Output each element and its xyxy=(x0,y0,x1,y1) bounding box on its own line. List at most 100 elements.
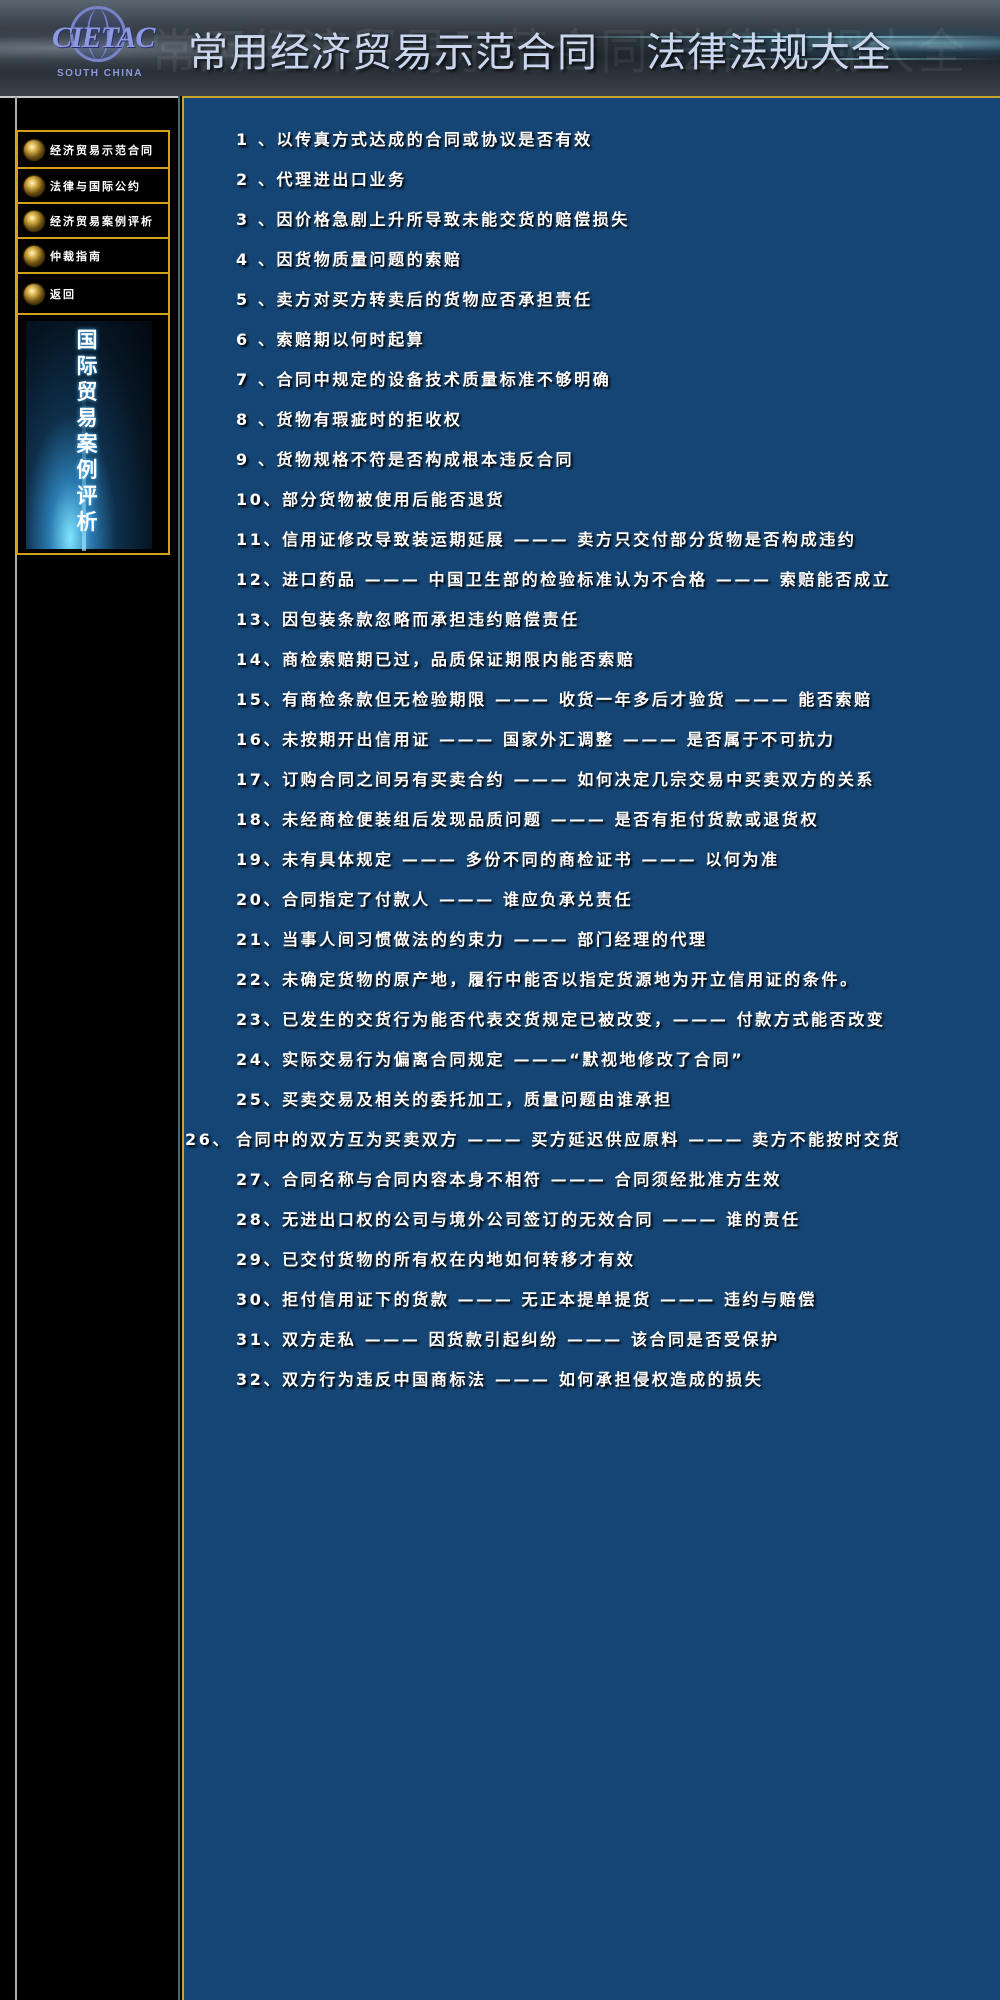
case-number: 5 、 xyxy=(236,290,277,309)
case-title: 因货物质量问题的索赔 xyxy=(276,250,463,269)
case-link-item[interactable]: 2 、代理进出口业务 xyxy=(236,170,936,190)
case-title: 货物有瑕疵时的拒收权 xyxy=(276,410,463,429)
case-link-item[interactable]: 32、双方行为违反中国商标法 ——— 如何承担侵权造成的损失 xyxy=(236,1370,936,1390)
case-title: 合同名称与合同内容本身不相符 ——— 合同须经批准方生效 xyxy=(282,1170,783,1189)
case-number: 27、 xyxy=(236,1170,283,1189)
case-link-item[interactable]: 31、双方走私 ——— 因货款引起纠纷 ——— 该合同是否受保护 xyxy=(236,1330,936,1350)
section-banner-title: 国际贸易案例评析 xyxy=(76,328,98,534)
case-number: 24、 xyxy=(236,1050,283,1069)
case-link-item[interactable]: 13、因包装条款忽略而承担违约赔偿责任 xyxy=(236,610,936,630)
case-link-item[interactable]: 26、 合同中的双方互为买卖双方 ——— 买方延迟供应原料 ——— 卖方不能按时交… xyxy=(185,1130,936,1150)
case-number: 6 、 xyxy=(236,330,277,349)
case-link-item[interactable]: 5 、卖方对买方转卖后的货物应否承担责任 xyxy=(236,290,936,310)
case-link-item[interactable]: 24、实际交易行为偏离合同规定 ———“默视地修改了合同” xyxy=(236,1050,936,1070)
main-content: 1 、以传真方式达成的合同或协议是否有效 2 、代理进出口业务 3 、因价格急剧上升… xyxy=(182,96,1000,2000)
case-number: 4 、 xyxy=(236,250,277,269)
case-number: 19、 xyxy=(236,850,283,869)
case-link-item[interactable]: 8 、货物有瑕疵时的拒收权 xyxy=(236,410,936,430)
case-title: 未经商检便装组后发现品质问题 ——— 是否有拒付货款或退货权 xyxy=(282,810,820,829)
sidebar-item-back[interactable]: 返回 xyxy=(16,272,170,313)
case-link-item[interactable]: 18、未经商检便装组后发现品质问题 ——— 是否有拒付货款或退货权 xyxy=(236,810,936,830)
case-link-item[interactable]: 20、合同指定了付款人 ——— 谁应负承兑责任 xyxy=(236,890,936,910)
case-number: 13、 xyxy=(236,610,283,629)
case-link-item[interactable]: 11、信用证修改导致装运期延展 ——— 卖方只交付部分货物是否构成违约 xyxy=(236,530,936,550)
case-link-item[interactable]: 6 、索赔期以何时起算 xyxy=(236,330,936,350)
case-link-item[interactable]: 29、已交付货物的所有权在内地如何转移才有效 xyxy=(236,1250,936,1270)
case-title: 部分货物被使用后能否退货 xyxy=(282,490,506,509)
bullet-ball-icon xyxy=(24,283,44,304)
case-number: 22、 xyxy=(236,970,283,989)
case-link-item[interactable]: 9 、货物规格不符是否构成根本违反合同 xyxy=(236,450,936,470)
case-link-item[interactable]: 28、无进出口权的公司与境外公司签订的无效合同 ——— 谁的责任 xyxy=(236,1210,936,1230)
case-link-item[interactable]: 4 、因货物质量问题的索赔 xyxy=(236,250,936,270)
bullet-ball-icon xyxy=(24,139,44,160)
header-banner: 常用经济贸易示范合同 法律法规大全 CIETAC SOUTH CHINA 常用经… xyxy=(0,0,1000,96)
sidebar-item-label: 经济贸易示范合同 xyxy=(50,143,154,157)
case-title: 合同中的双方互为买卖双方 ——— 买方延迟供应原料 ——— 卖方不能按时交货 xyxy=(236,1130,902,1149)
sidebar-item-laws-conventions[interactable]: 法律与国际公约 xyxy=(16,167,170,202)
case-title: 已交付货物的所有权在内地如何转移才有效 xyxy=(282,1250,636,1269)
case-title: 买卖交易及相关的委托加工，质量问题由谁承担 xyxy=(282,1090,673,1109)
case-number: 28、 xyxy=(236,1210,283,1229)
case-link-item[interactable]: 21、当事人间习惯做法的约束力 ——— 部门经理的代理 xyxy=(236,930,936,950)
case-title: 无进出口权的公司与境外公司签订的无效合同 ——— 谁的责任 xyxy=(282,1210,801,1229)
section-banner-image: 国际贸易案例评析 xyxy=(26,321,152,551)
case-link-item[interactable]: 30、拒付信用证下的货款 ——— 无正本提单提货 ——— 违约与赔偿 xyxy=(236,1290,936,1310)
case-link-item[interactable]: 12、进口药品 ——— 中国卫生部的检验标准认为不合格 ——— 索赔能否成立 xyxy=(236,570,936,590)
case-link-item[interactable]: 23、已发生的交货行为能否代表交货规定已被改变，——— 付款方式能否改变 xyxy=(236,1010,936,1030)
case-link-item[interactable]: 16、未按期开出信用证 ——— 国家外汇调整 ——— 是否属于不可抗力 xyxy=(236,730,936,750)
case-title: 货物规格不符是否构成根本违反合同 xyxy=(276,450,575,469)
case-title: 未按期开出信用证 ——— 国家外汇调整 ——— 是否属于不可抗力 xyxy=(282,730,836,749)
sidebar-item-case-reviews[interactable]: 经济贸易案例评析 xyxy=(16,202,170,237)
case-title: 合同指定了付款人 ——— 谁应负承兑责任 xyxy=(282,890,634,909)
case-title: 双方走私 ——— 因货款引起纠纷 ——— 该合同是否受保护 xyxy=(282,1330,780,1349)
case-number: 17、 xyxy=(236,770,283,789)
case-list: 1 、以传真方式达成的合同或协议是否有效 2 、代理进出口业务 3 、因价格急剧上升… xyxy=(185,130,936,1410)
case-title: 因价格急剧上升所导致未能交货的赔偿损失 xyxy=(276,210,630,229)
case-link-item[interactable]: 25、买卖交易及相关的委托加工，质量问题由谁承担 xyxy=(236,1090,936,1110)
sidebar-item-label: 法律与国际公约 xyxy=(50,179,141,193)
sidebar-nav: 经济贸易示范合同 法律与国际公约 经济贸易案例评析 仲裁指南 返回 国际贸易案例… xyxy=(16,130,170,555)
sidebar-item-label: 仲裁指南 xyxy=(50,249,102,263)
bullet-ball-icon xyxy=(24,210,44,231)
case-title: 未有具体规定 ——— 多份不同的商检证书 ——— 以何为准 xyxy=(282,850,780,869)
case-title: 索赔期以何时起算 xyxy=(276,330,426,349)
case-number: 30、 xyxy=(236,1290,283,1309)
logo-subtitle: SOUTH CHINA xyxy=(57,68,143,79)
sidebar-item-model-contracts[interactable]: 经济贸易示范合同 xyxy=(16,130,170,167)
case-link-item[interactable]: 7 、合同中规定的设备技术质量标准不够明确 xyxy=(236,370,936,390)
case-link-item[interactable]: 1 、以传真方式达成的合同或协议是否有效 xyxy=(236,130,936,150)
section-banner-frame: 国际贸易案例评析 xyxy=(16,313,170,555)
sidebar-item-label: 经济贸易案例评析 xyxy=(50,214,154,228)
sidebar-item-arbitration-guide[interactable]: 仲裁指南 xyxy=(16,237,170,272)
case-number: 9 、 xyxy=(236,450,277,469)
case-number: 20、 xyxy=(236,890,283,909)
case-title: 当事人间习惯做法的约束力 ——— 部门经理的代理 xyxy=(282,930,708,949)
case-link-item[interactable]: 15、有商检条款但无检验期限 ——— 收货一年多后才验货 ——— 能否索赔 xyxy=(236,690,936,710)
case-link-item[interactable]: 27、合同名称与合同内容本身不相符 ——— 合同须经批准方生效 xyxy=(236,1170,936,1190)
case-number: 32、 xyxy=(236,1370,283,1389)
case-title: 进口药品 ——— 中国卫生部的检验标准认为不合格 ——— 索赔能否成立 xyxy=(282,570,892,589)
case-link-item[interactable]: 17、订购合同之间另有买卖合约 ——— 如何决定几宗交易中买卖双方的关系 xyxy=(236,770,936,790)
case-title: 卖方对买方转卖后的货物应否承担责任 xyxy=(276,290,593,309)
content-border-line xyxy=(178,96,180,2000)
case-number: 29、 xyxy=(236,1250,283,1269)
case-link-item[interactable]: 3 、因价格急剧上升所导致未能交货的赔偿损失 xyxy=(236,210,936,230)
case-number: 1 、 xyxy=(236,130,277,149)
case-number: 14、 xyxy=(236,650,283,669)
case-link-item[interactable]: 14、商检索赔期已过，品质保证期限内能否索赔 xyxy=(236,650,936,670)
case-number: 23、 xyxy=(236,1010,283,1029)
case-link-item[interactable]: 19、未有具体规定 ——— 多份不同的商检证书 ——— 以何为准 xyxy=(236,850,936,870)
page-title: 常用经济贸易示范合同 法律法规大全 xyxy=(188,20,892,78)
case-title: 拒付信用证下的货款 ——— 无正本提单提货 ——— 违约与赔偿 xyxy=(282,1290,817,1309)
case-link-item[interactable]: 10、部分货物被使用后能否退货 xyxy=(236,490,936,510)
case-title: 商检索赔期已过，品质保证期限内能否索赔 xyxy=(282,650,636,669)
case-number: 7 、 xyxy=(236,370,277,389)
cietac-logo[interactable]: CIETAC SOUTH CHINA xyxy=(52,6,155,82)
logo-wordmark: CIETAC xyxy=(52,21,155,54)
case-title: 有商检条款但无检验期限 ——— 收货一年多后才验货 ——— 能否索赔 xyxy=(282,690,873,709)
case-title: 代理进出口业务 xyxy=(276,170,407,189)
sidebar-item-label: 返回 xyxy=(50,287,76,301)
title-contracts: 常用经济贸易示范合同 xyxy=(188,30,598,76)
case-link-item[interactable]: 22、未确定货物的原产地，履行中能否以指定货源地为开立信用证的条件。 xyxy=(236,970,936,990)
